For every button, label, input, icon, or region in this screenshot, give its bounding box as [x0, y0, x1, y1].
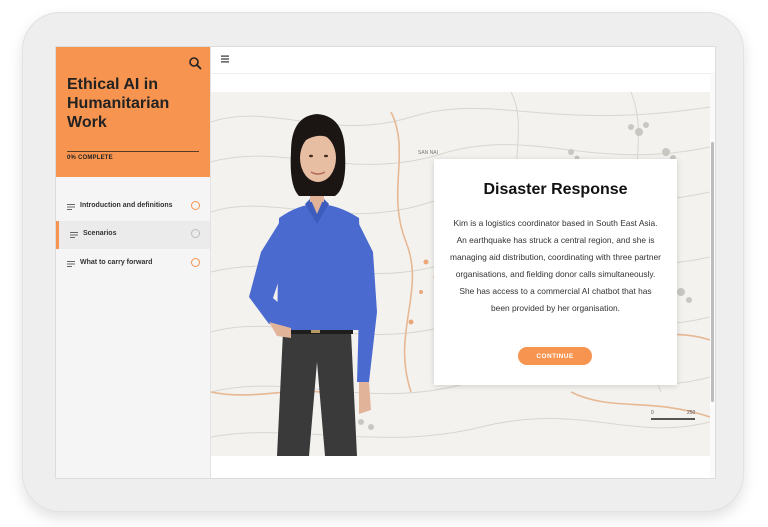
progress-divider	[67, 151, 199, 152]
top-bar	[211, 47, 715, 74]
sidebar-item-scenarios[interactable]: Scenarios	[56, 221, 210, 249]
map-place-label: SAN NAI	[418, 150, 438, 156]
lesson-lines-icon	[70, 232, 78, 238]
progress-ring-icon	[191, 258, 200, 267]
course-progress-label: 0% COMPLETE	[67, 155, 113, 161]
search-icon[interactable]	[188, 56, 202, 70]
course-screen: Ethical AI in Humanitarian Work 0% COMPL…	[55, 46, 716, 479]
course-header: Ethical AI in Humanitarian Work 0% COMPL…	[56, 47, 210, 177]
progress-ring-icon	[191, 201, 200, 210]
sidebar-item-carry-forward[interactable]: What to carry forward	[56, 250, 210, 278]
hamburger-menu-icon[interactable]	[221, 55, 229, 63]
scale-end: 250	[687, 410, 696, 416]
course-title: Ethical AI in Humanitarian Work	[67, 76, 170, 131]
scale-start: 0	[651, 410, 654, 416]
sidebar-item-label: Introduction and definitions	[80, 202, 173, 209]
lesson-lines-icon	[67, 261, 75, 267]
lesson-lines-icon	[67, 204, 75, 210]
sidebar-item-label: Scenarios	[83, 230, 117, 237]
scenario-description: Kim is a logistics coordinator based in …	[450, 218, 661, 313]
sidebar-item-label: What to carry forward	[80, 259, 153, 266]
scrollbar-thumb[interactable]	[711, 142, 714, 402]
course-sidebar: Ethical AI in Humanitarian Work 0% COMPL…	[56, 47, 211, 478]
progress-ring-icon	[191, 229, 200, 238]
scenario-card: Disaster Response Kim is a logistics coo…	[434, 159, 677, 385]
sidebar-item-introduction[interactable]: Introduction and definitions	[56, 193, 210, 221]
scenario-title: Disaster Response	[483, 181, 628, 198]
continue-button[interactable]: CONTINUE	[518, 347, 592, 365]
